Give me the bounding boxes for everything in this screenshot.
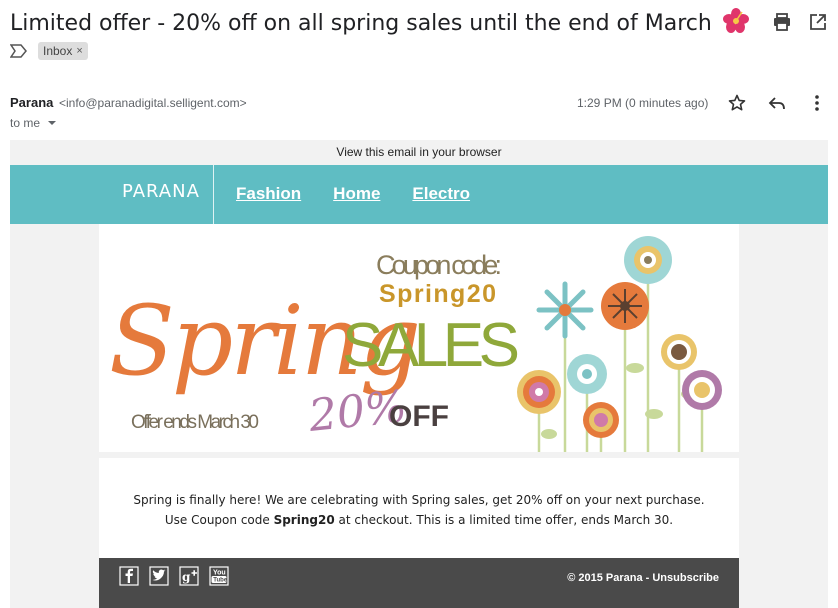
flowers-illustration <box>517 236 722 452</box>
email-footer: g You Tube © 2015 Parana - Unsubscribe <box>99 558 739 608</box>
nav-link-fashion[interactable]: Fashion <box>236 184 301 204</box>
email-subject: Limited offer - 20% off on all spring sa… <box>10 8 749 36</box>
banner-coupon-code: Spring20 <box>379 280 496 308</box>
spring-sales-banner[interactable]: Spring Coupon code: Spring20 SALES Offer… <box>99 224 739 452</box>
svg-text:Tube: Tube <box>213 578 228 584</box>
newsletter-nav: PARANA Fashion Home Electro <box>10 165 828 224</box>
svg-text:g: g <box>182 570 191 584</box>
sender-email: <info@paranadigital.selligent.com> <box>59 96 247 110</box>
footer-copyright: © 2015 Parana - Unsubscribe <box>567 572 719 584</box>
sender-row: Parana <info@paranadigital.selligent.com… <box>10 95 247 110</box>
banner-off: OFF <box>389 400 449 433</box>
label-row: Inbox × <box>10 42 88 60</box>
remove-label-icon[interactable]: × <box>76 45 82 57</box>
hibiscus-icon <box>722 8 749 33</box>
social-links: g You Tube <box>119 566 229 586</box>
banner-coupon-label: Coupon code: <box>376 250 502 280</box>
star-icon[interactable] <box>726 92 748 114</box>
view-in-browser-link[interactable]: View this email in your browser <box>10 140 828 165</box>
nav-divider <box>213 165 214 224</box>
received-time: 1:29 PM (0 minutes ago) <box>577 96 709 110</box>
email-subject-text: Limited offer - 20% off on all spring sa… <box>10 11 712 36</box>
twitter-icon[interactable] <box>149 566 169 586</box>
banner-offer-ends: Offer ends March 30 <box>131 412 259 433</box>
open-in-new-window-icon[interactable] <box>808 12 828 32</box>
reply-icon[interactable] <box>766 92 788 114</box>
banner-sales: SALES <box>342 311 520 380</box>
nav-links: Fashion Home Electro <box>236 184 470 204</box>
body-coupon-code: Spring20 <box>273 513 335 527</box>
important-marker-icon[interactable] <box>10 44 28 58</box>
more-options-icon[interactable] <box>806 92 828 114</box>
message-actions <box>726 92 828 114</box>
email-content: View this email in your browser PARANA F… <box>10 140 828 608</box>
brand-logo[interactable]: PARANA <box>122 181 200 202</box>
copyright-text: © 2015 Parana - <box>567 572 653 584</box>
unsubscribe-link[interactable]: Unsubscribe <box>652 572 719 584</box>
svg-text:You: You <box>213 570 226 577</box>
inbox-label-chip: Inbox × <box>38 42 88 60</box>
body-text-part-2: at checkout. This is a limited time offe… <box>334 513 674 527</box>
recipient-text: to me <box>10 116 41 130</box>
inbox-label-text: Inbox <box>43 44 73 58</box>
facebook-icon[interactable] <box>119 566 139 586</box>
youtube-icon[interactable]: YouTube <box>209 566 229 586</box>
sender-name[interactable]: Parana <box>10 95 53 110</box>
recipient-details-toggle[interactable]: to me <box>10 116 57 130</box>
chevron-down-icon <box>48 121 57 125</box>
email-body-text: Spring is finally here! We are celebrati… <box>121 490 717 530</box>
nav-link-electro[interactable]: Electro <box>412 184 470 204</box>
email-body-card: Spring is finally here! We are celebrati… <box>99 458 739 558</box>
nav-link-home[interactable]: Home <box>333 184 380 204</box>
google-plus-icon[interactable]: g <box>179 566 199 586</box>
print-icon[interactable] <box>772 12 792 32</box>
top-actions <box>772 12 828 32</box>
